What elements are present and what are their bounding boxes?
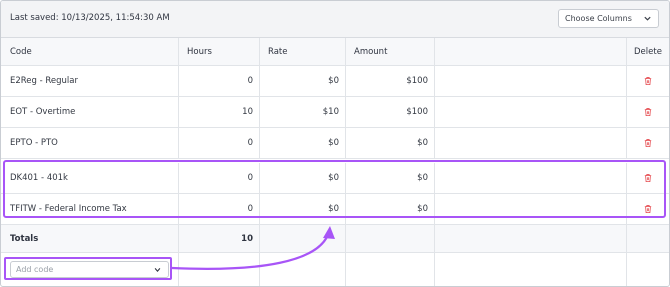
toolbar: Last saved: 10/13/2025, 11:54:30 AM Choo… xyxy=(1,1,669,38)
trash-icon[interactable] xyxy=(644,108,652,117)
amount-cell: $0 xyxy=(346,128,435,158)
choose-columns-label: Choose Columns xyxy=(565,14,632,23)
choose-columns-select[interactable]: Choose Columns xyxy=(558,9,659,28)
delete-cell xyxy=(627,128,669,158)
column-header-amount: Amount xyxy=(346,38,435,65)
column-header-code: Code xyxy=(1,38,179,65)
column-header-rate: Rate xyxy=(260,38,346,65)
totals-rate-cell xyxy=(260,225,346,252)
last-saved-text: Last saved: 10/13/2025, 11:54:30 AM xyxy=(10,13,170,23)
delete-cell xyxy=(627,97,669,127)
highlight-add-code xyxy=(4,257,172,280)
amount-cell: $100 xyxy=(346,66,435,96)
column-header-hours: Hours xyxy=(179,38,260,65)
spacer-cell xyxy=(435,97,627,127)
amount-cell: $100 xyxy=(346,97,435,127)
code-cell: EPTO - PTO xyxy=(1,128,179,158)
totals-spacer-cell xyxy=(435,225,627,252)
delete-cell xyxy=(627,66,669,96)
totals-hours-cell: 10 xyxy=(179,225,260,252)
rate-cell: $10 xyxy=(260,97,346,127)
chevron-down-icon xyxy=(644,16,651,21)
add-rate-cell xyxy=(260,253,346,286)
column-header-spacer xyxy=(435,38,627,65)
code-cell: E2Reg - Regular xyxy=(1,66,179,96)
hours-cell: 10 xyxy=(179,97,260,127)
totals-label-cell: Totals xyxy=(1,225,179,252)
payroll-earnings-panel: Last saved: 10/13/2025, 11:54:30 AM Choo… xyxy=(0,0,670,287)
add-hours-cell xyxy=(179,253,260,286)
totals-amount-cell xyxy=(346,225,435,252)
add-delete-cell xyxy=(627,253,669,286)
trash-icon[interactable] xyxy=(644,77,652,86)
add-amount-cell xyxy=(346,253,435,286)
rate-cell: $0 xyxy=(260,128,346,158)
totals-delete-cell xyxy=(627,225,669,252)
table-row: EOT - Overtime 10 $10 $100 xyxy=(1,97,669,128)
code-cell: EOT - Overtime xyxy=(1,97,179,127)
rate-cell: $0 xyxy=(260,66,346,96)
table-header-row: Code Hours Rate Amount Delete xyxy=(1,38,669,66)
column-header-delete: Delete xyxy=(634,46,662,57)
hours-cell: 0 xyxy=(179,128,260,158)
spacer-cell xyxy=(435,128,627,158)
trash-icon[interactable] xyxy=(644,139,652,148)
table-row: EPTO - PTO 0 $0 $0 xyxy=(1,128,669,159)
highlight-deduction-rows xyxy=(3,160,666,218)
add-spacer-cell xyxy=(435,253,627,286)
table-row: E2Reg - Regular 0 $0 $100 xyxy=(1,66,669,97)
spacer-cell xyxy=(435,66,627,96)
hours-cell: 0 xyxy=(179,66,260,96)
totals-row: Totals 10 xyxy=(1,225,669,253)
